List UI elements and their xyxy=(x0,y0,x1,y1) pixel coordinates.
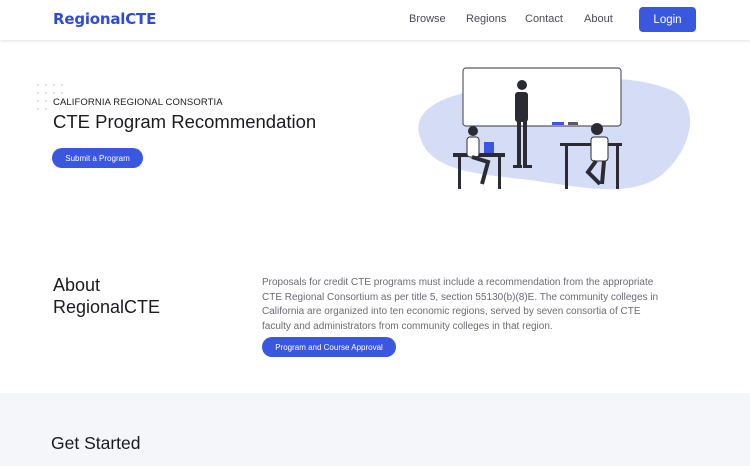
login-button[interactable]: Login xyxy=(639,7,696,32)
classroom-illustration xyxy=(418,67,691,190)
program-course-approval-button[interactable]: Program and Course Approval xyxy=(262,337,396,357)
nav-link-about[interactable]: About xyxy=(584,13,613,25)
about-title: About RegionalCTE xyxy=(53,274,160,318)
hero-eyebrow: CALIFORNIA REGIONAL CONSORTIA xyxy=(53,97,223,108)
nav-link-contact[interactable]: Contact xyxy=(525,13,563,25)
about-description: Proposals for credit CTE programs must i… xyxy=(262,277,659,332)
get-started-title: Get Started xyxy=(51,433,141,453)
top-navbar: RegionalCTE Browse Regions Contact About… xyxy=(0,0,750,40)
nav-link-browse[interactable]: Browse xyxy=(409,13,446,25)
get-started-section: Get Started xyxy=(0,393,750,466)
brand-logo[interactable]: RegionalCTE xyxy=(53,10,156,28)
nav-link-regions[interactable]: Regions xyxy=(466,13,506,25)
submit-program-button[interactable]: Submit a Program xyxy=(52,148,143,168)
about-title-line2: RegionalCTE xyxy=(53,297,161,317)
about-title-line1: About xyxy=(53,275,101,295)
hero-title: CTE Program Recommendation xyxy=(53,111,317,132)
